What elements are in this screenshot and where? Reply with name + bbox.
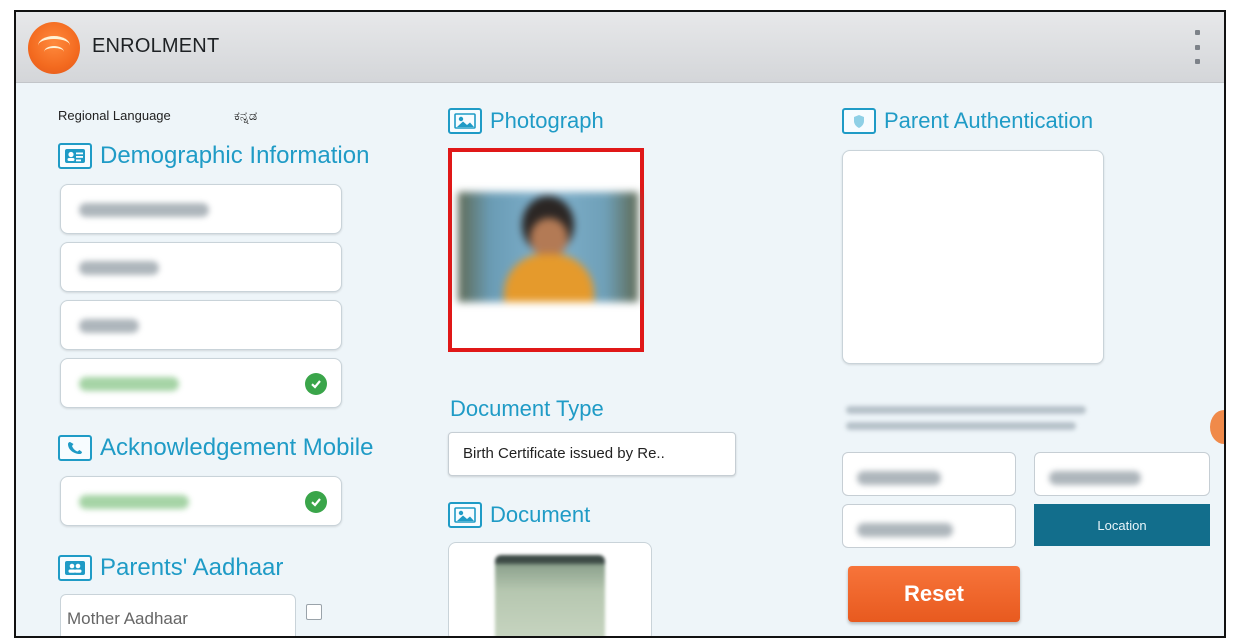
photograph-capture[interactable] <box>448 148 644 352</box>
check-icon <box>305 373 327 395</box>
demographic-title: Demographic Information <box>100 142 370 169</box>
document-type-select[interactable]: Birth Certificate issued by Re.. <box>448 432 736 476</box>
regional-language-label: Regional Language <box>58 108 171 123</box>
mother-aadhaar-checkbox[interactable] <box>306 604 322 620</box>
parents-aadhaar-title: Parents' Aadhaar <box>100 554 284 581</box>
app-window: ENROLMENT Regional Language ಕನ್ನಡ Demogr… <box>14 10 1226 638</box>
app-bar: ENROLMENT <box>16 12 1224 83</box>
image-icon <box>448 502 482 528</box>
check-icon <box>305 491 327 513</box>
accuracy-field[interactable] <box>842 504 1016 548</box>
acknowledgement-mobile-title: Acknowledgement Mobile <box>100 434 374 461</box>
latitude-field[interactable] <box>842 452 1016 496</box>
photograph-title: Photograph <box>490 108 604 133</box>
side-tab-handle[interactable] <box>1210 410 1224 444</box>
document-thumbnail <box>495 555 605 636</box>
parent-authentication-box[interactable] <box>842 150 1104 364</box>
document-type-label: Document Type <box>450 396 604 421</box>
parents-aadhaar-header: Parents' Aadhaar <box>58 554 283 582</box>
consent-text <box>846 406 1096 436</box>
longitude-field[interactable] <box>1034 452 1210 496</box>
mobile-number-field[interactable] <box>60 476 342 526</box>
age-field[interactable] <box>60 300 342 350</box>
menu-kebab-icon[interactable] <box>1192 30 1202 64</box>
phone-icon <box>58 435 92 461</box>
shield-icon <box>842 108 876 134</box>
image-icon <box>448 108 482 134</box>
name-field[interactable] <box>60 184 342 234</box>
date-of-birth-field[interactable] <box>60 358 342 408</box>
gender-field[interactable] <box>60 242 342 292</box>
aadhaar-logo <box>28 22 80 74</box>
document-capture[interactable] <box>448 542 652 636</box>
parents-icon <box>58 555 92 581</box>
parent-authentication-title: Parent Authentication <box>884 108 1094 133</box>
acknowledgement-mobile-header: Acknowledgement Mobile <box>58 434 373 462</box>
reset-button[interactable]: Reset <box>848 566 1020 622</box>
regional-language-value[interactable]: ಕನ್ನಡ <box>234 108 257 124</box>
photograph-header: Photograph <box>448 108 604 134</box>
parent-authentication-header: Parent Authentication <box>842 108 1093 134</box>
document-title: Document <box>490 502 591 527</box>
demographic-header: Demographic Information <box>58 142 369 170</box>
person-card-icon <box>58 143 92 169</box>
mother-aadhaar-input[interactable]: Mother Aadhaar <box>60 594 296 636</box>
captured-photo <box>458 192 638 302</box>
document-header: Document <box>448 502 590 528</box>
app-title: ENROLMENT <box>92 35 220 57</box>
location-button[interactable]: Location <box>1034 504 1210 546</box>
